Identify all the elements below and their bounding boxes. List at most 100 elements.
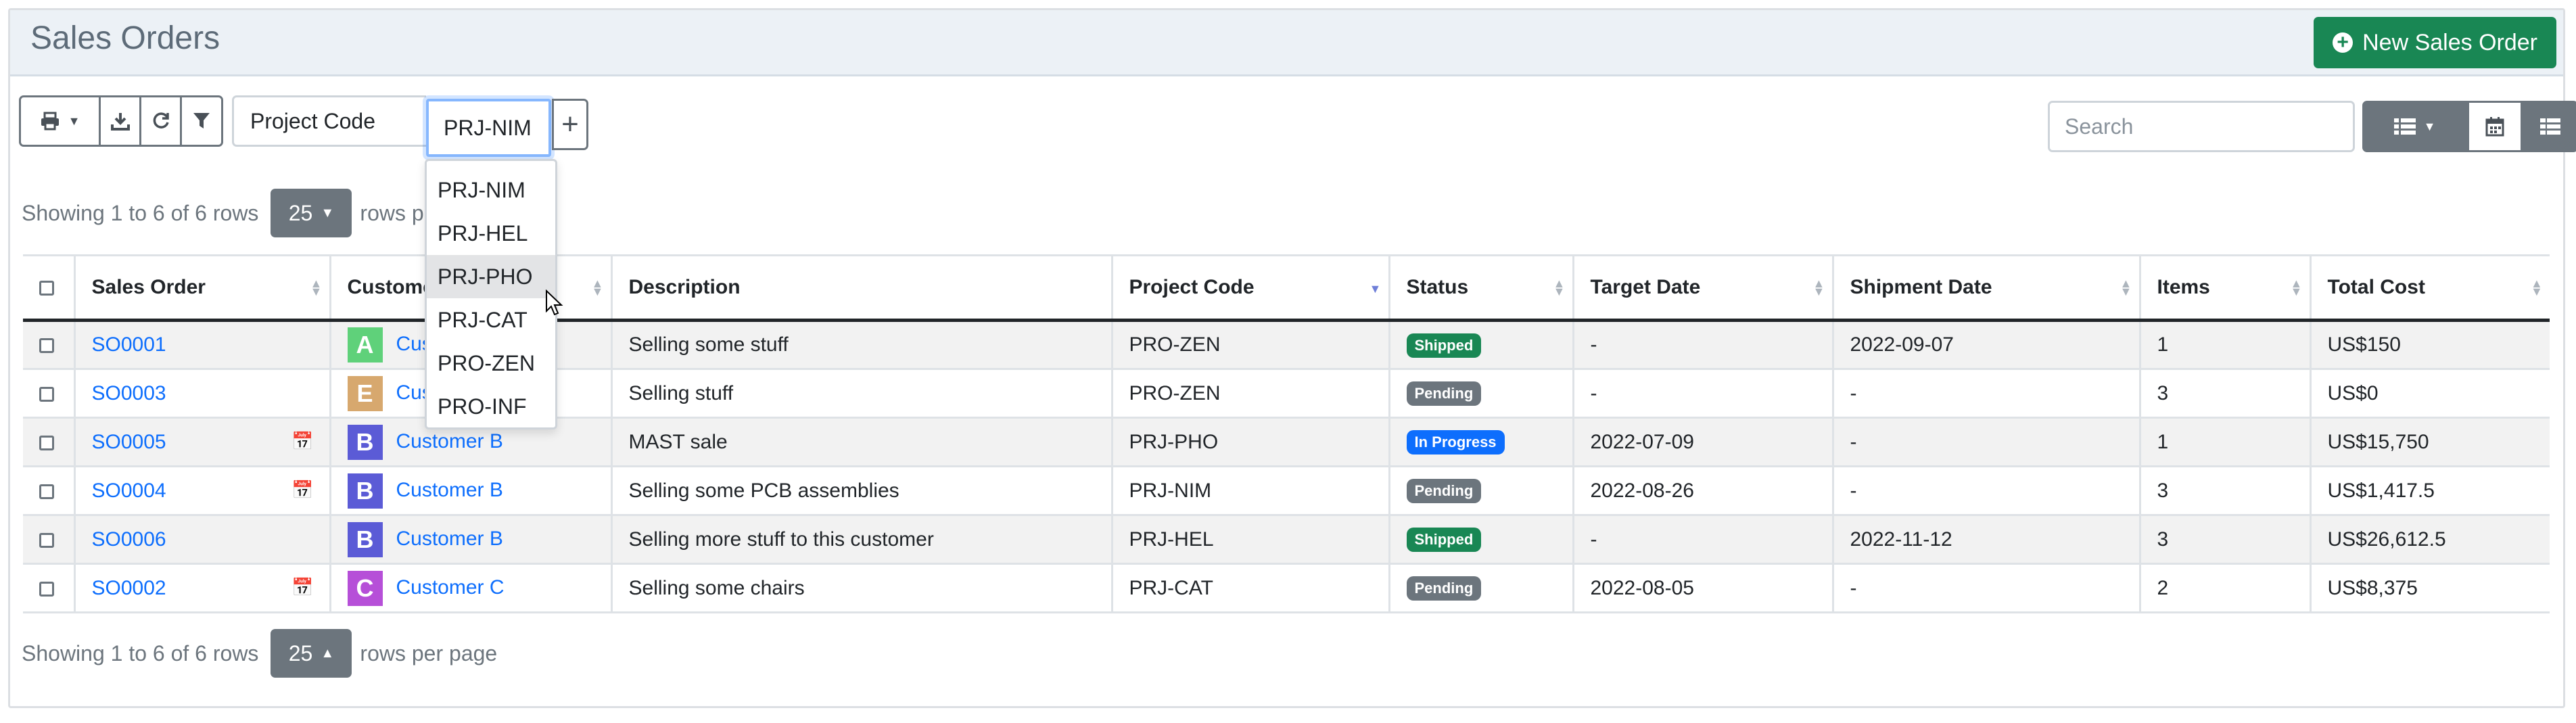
chevron-down-icon: ▼ [321, 205, 335, 220]
chevron-up-icon: ▲ [321, 645, 335, 661]
row-checkbox[interactable] [39, 338, 54, 354]
sales-order-link[interactable]: SO0006 [92, 528, 166, 551]
status-cell: Pending [1388, 563, 1573, 613]
customer-avatar: E [347, 375, 383, 411]
description-cell: Selling some chairs [610, 563, 1112, 613]
row-checkbox[interactable] [39, 386, 54, 402]
filter-button[interactable] [182, 97, 221, 145]
row-checkbox[interactable] [39, 532, 54, 548]
customer-avatar: B [347, 473, 383, 509]
page-size-value: 25 [288, 640, 313, 666]
select-all-checkbox[interactable] [39, 281, 54, 296]
column-header-description[interactable]: Description [610, 254, 1112, 322]
showing-rows-text: Showing 1 to 6 of 6 rows [22, 640, 259, 666]
customer-cell: B Customer B [329, 466, 611, 516]
shipment-date-cell: 2022-11-12 [1831, 515, 2140, 565]
mouse-cursor-icon [546, 289, 563, 316]
table-row[interactable]: SO0004 📅 B Customer B Selling some PCB assem… [23, 466, 2550, 516]
customer-link[interactable]: Customer B [396, 478, 503, 500]
target-date-cell: 2022-08-05 [1572, 563, 1833, 613]
table-row[interactable]: SO0003ECustomer ESelling stuffPRO-ZENPen… [23, 369, 2550, 419]
dropdown-option[interactable]: PRJ-CAT [427, 298, 555, 342]
total-cost-cell: US$15,750 [2309, 417, 2550, 467]
project-code-cell: PRO-ZEN [1110, 320, 1389, 370]
sales-order-link[interactable]: SO0005 [92, 431, 166, 453]
chevron-down-icon: ▼ [68, 114, 80, 128]
column-header-status[interactable]: Status ▲ ▼ [1388, 254, 1573, 322]
add-filter-button[interactable]: + [552, 99, 588, 150]
print-button[interactable]: ▼ [21, 97, 101, 145]
row-select-cell [23, 320, 74, 370]
sort-icon: ▲ ▼ [1812, 277, 1825, 298]
sales-order-link[interactable]: SO0002 [92, 577, 166, 599]
filter-icon [193, 113, 210, 129]
new-sales-order-button[interactable]: + New Sales Order [2314, 17, 2556, 68]
refresh-button[interactable] [141, 97, 182, 145]
dropdown-option[interactable]: PRO-INF [427, 385, 555, 428]
row-checkbox[interactable] [39, 484, 54, 499]
calendar-view-button[interactable] [2467, 101, 2523, 152]
customer-avatar: A [347, 327, 383, 363]
overdue-calendar-icon: 📅 [291, 576, 314, 597]
table-row[interactable]: SO0001ACustomer ASelling some stuffPRO-Z… [23, 320, 2550, 370]
status-badge: Shipped [1406, 333, 1482, 358]
row-checkbox[interactable] [39, 581, 54, 597]
items-cell: 3 [2138, 369, 2310, 419]
customer-link[interactable]: Customer B [396, 429, 503, 452]
sales-order-cell: SO0006 [73, 515, 330, 565]
table-header-row: Sales Order ▲ ▼ Customer ▲ ▼ Description Pro… [23, 254, 2550, 322]
shipment-date-cell: - [1831, 466, 2140, 516]
sales-order-link[interactable]: SO0001 [92, 333, 166, 356]
overdue-calendar-icon: 📅 [291, 479, 314, 500]
dropdown-option[interactable]: PRO-ZEN [427, 342, 555, 385]
dropdown-option[interactable]: PRJ-NIM [427, 168, 555, 212]
items-cell: 3 [2138, 466, 2310, 516]
column-header-sales-order[interactable]: Sales Order ▲ ▼ [73, 254, 330, 322]
list-icon [2393, 118, 2416, 135]
dropdown-option[interactable]: PRJ-HEL [427, 212, 555, 255]
column-header-items[interactable]: Items ▲ ▼ [2138, 254, 2310, 322]
display-mode-button[interactable]: ▼ [2362, 101, 2467, 152]
project-code-cell: PRJ-PHO [1110, 417, 1389, 467]
shipment-date-cell: - [1831, 417, 2140, 467]
target-date-cell: 2022-08-26 [1572, 466, 1833, 516]
row-select-cell [23, 417, 74, 467]
sort-icon: ▲ ▼ [2290, 277, 2303, 298]
description-cell: Selling some PCB assemblies [610, 466, 1112, 516]
column-header-target-date[interactable]: Target Date ▲ ▼ [1572, 254, 1833, 322]
row-select-cell [23, 369, 74, 419]
dropdown-option-hovered[interactable]: PRJ-PHO [427, 255, 555, 298]
sort-icon: ▲ ▼ [2531, 277, 2543, 298]
total-cost-cell: US$26,612.5 [2309, 515, 2550, 565]
total-cost-cell: US$0 [2309, 369, 2550, 419]
table-row[interactable]: SO0002 📅 C Customer C Selling some chairs PRJ… [23, 563, 2550, 613]
sales-order-cell: SO0003 [73, 369, 330, 419]
table-row[interactable]: SO0005 📅 B Customer B MAST sale PRJ-PHO In Pro… [23, 417, 2550, 467]
chevron-down-icon: ▼ [2423, 119, 2436, 133]
filter-label-project-code: Project Code [232, 95, 426, 147]
column-header-project-code[interactable]: Project Code ▼ [1110, 254, 1389, 322]
table-row[interactable]: SO0006 B Customer B Selling more stuff to t… [23, 515, 2550, 565]
search-input[interactable] [2048, 101, 2355, 152]
customer-avatar: C [347, 570, 383, 606]
table-toolbar: ▼ [19, 95, 223, 147]
total-cost-cell: US$150 [2309, 320, 2550, 370]
table-view-button[interactable] [2523, 101, 2576, 152]
project-code-select[interactable]: PRJ-NIM [426, 99, 551, 157]
download-button[interactable] [101, 97, 141, 145]
row-checkbox[interactable] [39, 435, 54, 450]
customer-link[interactable]: Customer B [396, 527, 503, 549]
column-header-shipment-date[interactable]: Shipment Date ▲ ▼ [1831, 254, 2140, 322]
customer-link[interactable]: Customer C [396, 576, 505, 598]
sales-order-link[interactable]: SO0004 [92, 480, 166, 502]
shipment-date-cell: - [1831, 563, 2140, 613]
page-size-button[interactable]: 25 ▼ [271, 189, 352, 237]
page-size-button[interactable]: 25 ▲ [271, 629, 352, 678]
description-cell: Selling stuff [610, 369, 1112, 419]
status-cell: Shipped [1388, 320, 1573, 370]
project-code-cell: PRJ-NIM [1110, 466, 1389, 516]
rows-per-page-label: rows per page [360, 640, 498, 666]
sort-icon: ▲ ▼ [1553, 277, 1566, 298]
column-header-total-cost[interactable]: Total Cost ▲ ▼ [2309, 254, 2550, 322]
sales-order-link[interactable]: SO0003 [92, 382, 166, 404]
